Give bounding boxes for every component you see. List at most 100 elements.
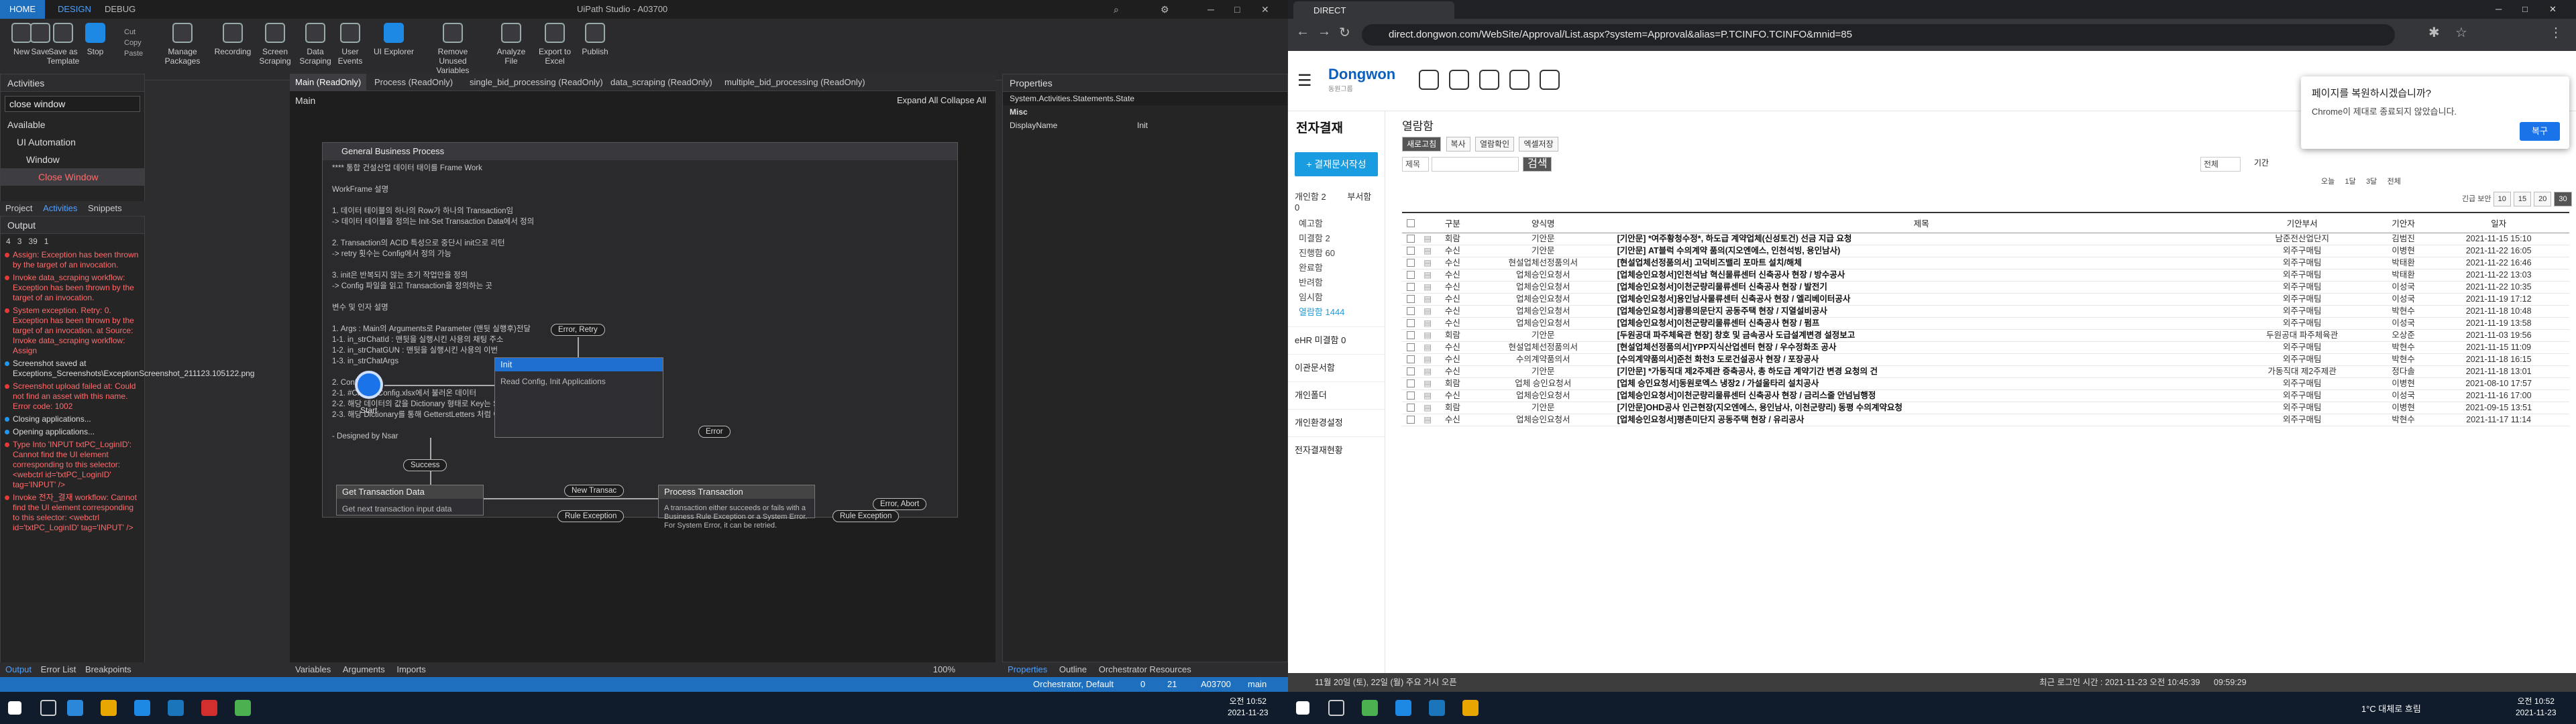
chrome-icon[interactable]	[235, 700, 251, 716]
doc-tab-multiple-bid[interactable]: multiple_bid_processing (ReadOnly)	[719, 74, 871, 91]
scope-select[interactable]: 전체	[2200, 157, 2241, 172]
row-checkbox[interactable]	[1406, 379, 1415, 388]
row-title[interactable]: [기안문] AT블럭 수의계약 품의(지오엔에스, 인천석빙, 용인남사)	[1617, 245, 2226, 257]
row-title[interactable]: [업체승인요청서]이천군량리물류센터 신축공사 현장 / 펌프	[1617, 317, 2226, 330]
row-checkbox-cell[interactable]	[1402, 402, 1419, 414]
doc-tab-process[interactable]: Process (ReadOnly)	[369, 74, 458, 91]
tab-output[interactable]: Output	[5, 664, 32, 674]
row-checkbox[interactable]	[1406, 367, 1415, 376]
row-title[interactable]: [현설업체선정품의서]YPP지식산업센터 현장 / 우수정화조 공사	[1617, 341, 2226, 354]
row-checkbox-cell[interactable]	[1402, 305, 1419, 318]
row-checkbox-cell[interactable]	[1402, 365, 1419, 378]
mark-read-button[interactable]: 열람확인	[1474, 137, 1515, 152]
ui-explorer-button[interactable]: UI Explorer	[372, 23, 415, 56]
select-all-checkbox[interactable]	[1406, 219, 1415, 227]
transition-error-abort[interactable]: Error, Abort	[873, 498, 927, 510]
state-init[interactable]: Init Read Config, Init Applications	[494, 357, 663, 438]
row-title[interactable]: [현설업체선정품의서] 고덕비즈밸리 포마트 설치/해체	[1617, 257, 2226, 269]
sidebar-item-pending[interactable]: 미결함 2	[1288, 231, 1385, 246]
transition-rule-exception[interactable]: Rule Exception	[557, 510, 625, 522]
taskbar-clock[interactable]: 오전 10:52 2021-11-23	[2516, 696, 2557, 719]
table-row[interactable]: ▤ 수신 업체승인요청서 [업체승인요청서]용인남사물류센터 신축공사 현장 / 엘리…	[1402, 293, 2569, 306]
tab-project[interactable]: Project	[5, 203, 32, 213]
row-checkbox[interactable]	[1406, 391, 1415, 400]
row-checkbox[interactable]	[1406, 247, 1415, 255]
tab-arguments[interactable]: Arguments	[343, 664, 385, 674]
row-checkbox[interactable]	[1406, 271, 1415, 280]
row-checkbox-cell[interactable]	[1402, 377, 1419, 390]
sidebar-settings[interactable]: 개인환경설정	[1288, 409, 1385, 436]
row-checkbox-cell[interactable]	[1402, 257, 1419, 269]
row-checkbox[interactable]	[1406, 343, 1415, 352]
row-checkbox-cell[interactable]	[1402, 317, 1419, 330]
reload-icon[interactable]: ↻	[1339, 24, 1350, 41]
acrobat-icon[interactable]	[201, 700, 217, 716]
mail-icon[interactable]	[1419, 70, 1439, 90]
uipath-icon[interactable]	[134, 700, 150, 716]
table-row[interactable]: ▤ 수신 기안문 [기안문] AT블럭 수의계약 품의(지오엔에스, 인천석빙, 용인…	[1402, 245, 2569, 257]
hamburger-icon[interactable]: ☰	[1297, 71, 1312, 90]
row-checkbox-cell[interactable]	[1402, 414, 1419, 426]
row-checkbox-cell[interactable]	[1402, 269, 1419, 282]
start-node[interactable]	[355, 371, 383, 399]
restore-button[interactable]: 복구	[2520, 122, 2560, 141]
search-field-select[interactable]: 제목	[1402, 157, 1429, 172]
sidebar-status[interactable]: 전자결재현황	[1288, 436, 1385, 464]
tab-personal[interactable]: 개인함 2	[1295, 192, 1326, 202]
table-row[interactable]: ▤ 수신 현설업체선정품의서 [현설업체선정품의서] 고덕비즈밸리 포마트 설치/해체…	[1402, 257, 2569, 269]
sidebar-item-notice[interactable]: 예고함	[1288, 217, 1385, 231]
extensions-icon[interactable]: ✱	[2428, 24, 2440, 41]
write-document-button[interactable]: + 결재문서작성	[1295, 152, 1378, 176]
row-checkbox[interactable]	[1406, 307, 1415, 316]
search-input[interactable]	[1432, 157, 1519, 172]
sidebar-item-in-progress[interactable]: 진행함 60	[1288, 246, 1385, 261]
tab-home[interactable]: HOME	[0, 0, 45, 19]
remove-unused-variables-button[interactable]: Remove Unused Variables	[426, 23, 480, 75]
output-line[interactable]: Screenshot saved at Exceptions_Screensho…	[1, 357, 254, 380]
start-icon[interactable]	[1296, 701, 1309, 715]
table-row[interactable]: ▤ 회람 기안문 [두원공대 파주체육관 현장] 창호 및 금속공사 도급설계변경 설…	[1402, 329, 2569, 342]
properties-group-misc[interactable]: Misc	[1003, 105, 1287, 119]
transition-new-transaction[interactable]: New Transac	[564, 485, 625, 497]
sidebar-personal-folder[interactable]: 개인폴더	[1288, 381, 1385, 409]
state-get-transaction-data[interactable]: Get Transaction Data Get next transactio…	[336, 485, 484, 516]
output-line[interactable]: System exception. Retry: 0. Exception ha…	[1, 304, 144, 357]
table-row[interactable]: ▤ 수신 업체승인요청서 [업체승인요청서]이천군량리물류센터 신축공사 현장 / 펌…	[1402, 317, 2569, 330]
notice-ticker[interactable]: 11월 20일 (토), 22일 (월) 주요 거시 오픈	[1315, 678, 1457, 687]
taskbar-clock[interactable]: 오전 10:52 2021-11-23	[1228, 696, 1269, 719]
row-title[interactable]: [두원공대 파주체육관 현장] 창호 및 금속공사 도급설계변경 설정보고	[1617, 329, 2226, 342]
menu-icon[interactable]: ⋮	[2549, 24, 2563, 41]
row-title[interactable]: [기안문] *여주황청수정*, 하도급 계약업체(신성토건) 선금 지급 요청	[1617, 233, 2226, 245]
output-line[interactable]: Assign: Exception has been thrown by the…	[1, 249, 144, 272]
copy-button[interactable]: Copy	[124, 38, 143, 48]
transition-error-retry[interactable]: Error, Retry	[551, 324, 605, 336]
vscode-icon[interactable]	[168, 700, 184, 716]
table-row[interactable]: ▤ 수신 업체승인요청서 [업체승인요청서]이천군량리물류센터 신축공사 현장 / 발…	[1402, 281, 2569, 294]
tab-properties[interactable]: Properties	[1008, 664, 1047, 674]
breadcrumb[interactable]: Main	[295, 95, 315, 106]
row-title[interactable]: [업체승인요청서]광릉의문단지 공동주택 현장 / 지열설비공사	[1617, 305, 2226, 318]
table-row[interactable]: ▤ 회람 업체 승인요청서 [업체 승인요청서]동원로엑스 냉장2 / 가설울타리 설…	[1402, 377, 2569, 390]
row-checkbox[interactable]	[1406, 331, 1415, 340]
folder-icon[interactable]	[101, 700, 117, 716]
tab-activities[interactable]: Activities	[43, 203, 77, 213]
close-icon[interactable]: ✕	[1261, 0, 1269, 19]
sidebar-item-completed[interactable]: 완료함	[1288, 261, 1385, 276]
folder-icon[interactable]	[1462, 700, 1479, 716]
doc-tab-single-bid[interactable]: single_bid_processing (ReadOnly)	[464, 74, 608, 91]
excel-save-button[interactable]: 엑셀저장	[1519, 137, 1558, 152]
row-checkbox[interactable]	[1406, 355, 1415, 364]
org-chart-icon[interactable]	[1509, 70, 1529, 90]
row-checkbox-cell[interactable]	[1402, 329, 1419, 342]
table-row[interactable]: ▤ 수신 업체승인요청서 [업체승인요청서]광릉의문단지 공동주택 현장 / 지열설비…	[1402, 305, 2569, 318]
tree-window[interactable]: Window	[1, 151, 144, 168]
period-3m[interactable]: 3달	[2366, 178, 2377, 186]
tab-error-list[interactable]: Error List	[41, 664, 76, 674]
row-title[interactable]: [기안문] *가동직대 제2주제관 증축공사, 총 하도급 계약기간 변경 요청…	[1617, 365, 2226, 378]
row-title[interactable]: [업체승인요청서]인천석남 혁신물류센터 신축공사 현장 / 방수공사	[1617, 269, 2226, 282]
dongwon-logo[interactable]: Dongwon 동원그룹	[1328, 66, 1395, 93]
row-checkbox[interactable]	[1406, 416, 1415, 424]
vscode-icon[interactable]	[1429, 700, 1445, 716]
maximize-icon[interactable]: □	[1234, 0, 1240, 19]
output-line[interactable]: Closing applications...	[1, 413, 144, 426]
